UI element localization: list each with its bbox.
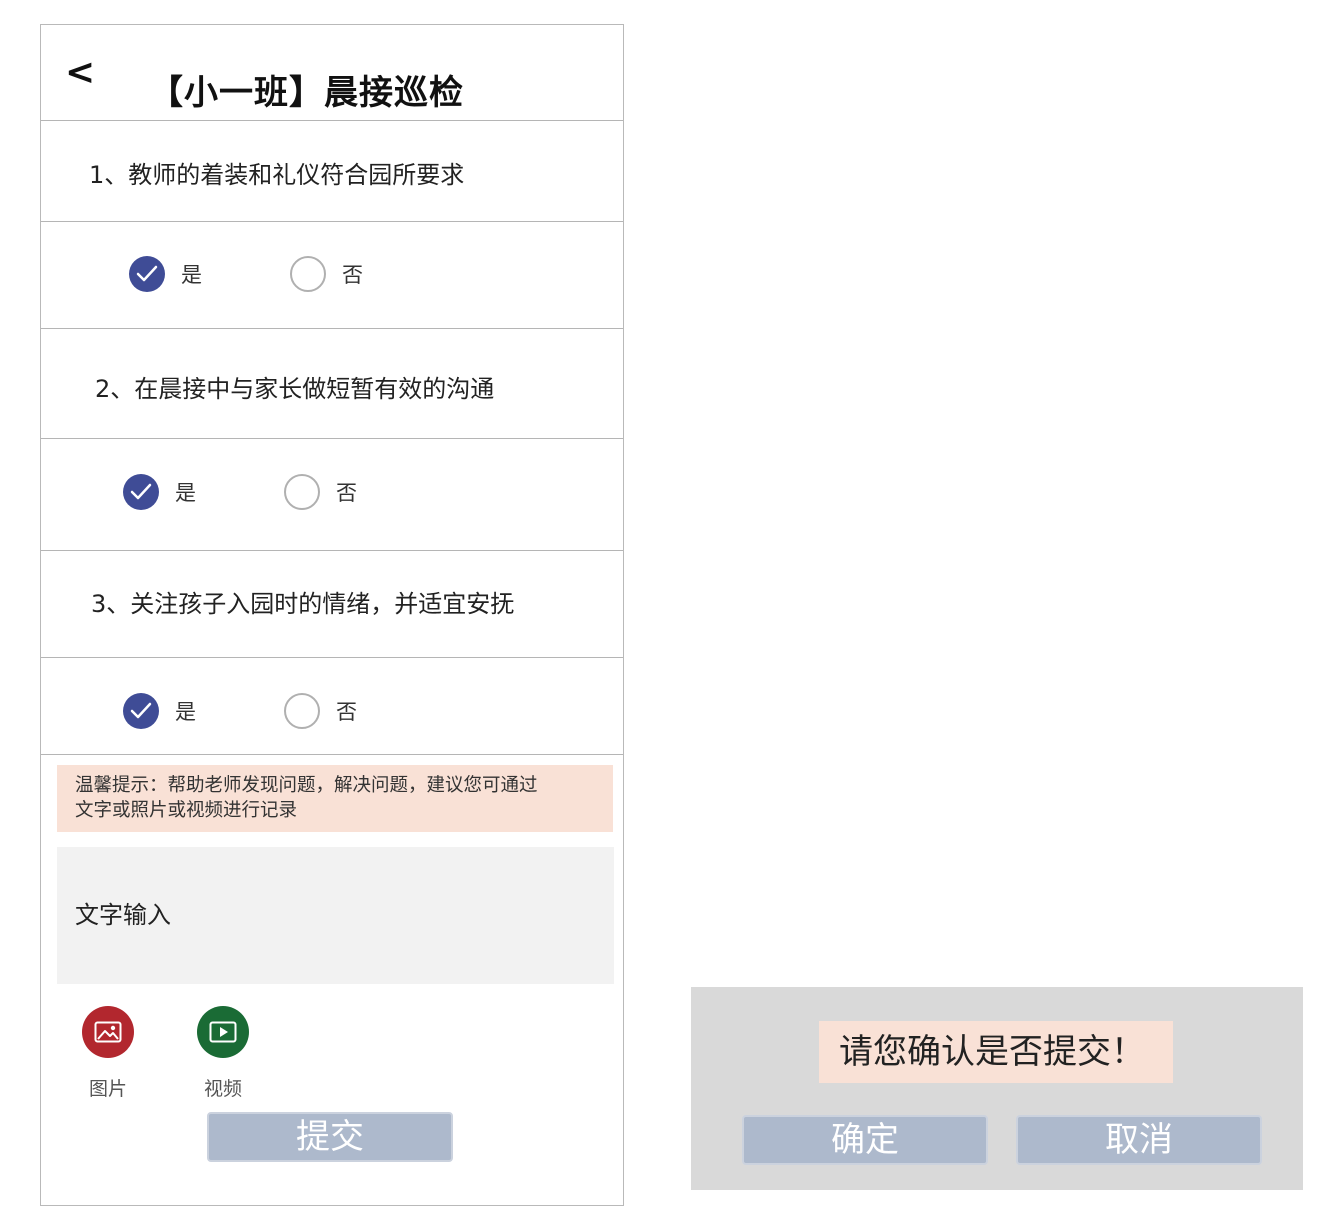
option-yes-label-3: 是 xyxy=(175,700,196,724)
question-row-2: 2、在晨接中与家长做短暂有效的沟通 xyxy=(41,329,623,439)
option-no-label-2: 否 xyxy=(336,481,357,505)
submit-button[interactable]: 提交 xyxy=(207,1112,453,1162)
question-text-3: 3、关注孩子入园时的情绪，并适宜安抚 xyxy=(91,590,515,618)
video-upload-button[interactable] xyxy=(197,1006,249,1058)
question-row-3: 3、关注孩子入园时的情绪，并适宜安抚 xyxy=(41,551,623,658)
option-no-3[interactable]: 否 xyxy=(284,693,357,729)
question-text-2: 2、在晨接中与家长做短暂有效的沟通 xyxy=(95,375,495,403)
question-text-1: 1、教师的着装和礼仪符合园所要求 xyxy=(89,161,465,189)
radio-unchecked-icon[interactable] xyxy=(284,693,320,729)
option-no-1[interactable]: 否 xyxy=(290,256,363,292)
option-yes-2[interactable]: 是 xyxy=(123,474,196,510)
text-input-placeholder: 文字输入 xyxy=(75,901,171,929)
video-icon xyxy=(209,1021,237,1043)
option-yes-3[interactable]: 是 xyxy=(123,693,196,729)
option-yes-label-2: 是 xyxy=(175,481,196,505)
option-no-label-1: 否 xyxy=(342,263,363,287)
image-icon xyxy=(94,1021,122,1043)
image-upload-button[interactable] xyxy=(82,1006,134,1058)
text-input-area[interactable]: 文字输入 xyxy=(57,847,614,984)
page-title: 【小一班】晨接巡检 xyxy=(149,73,464,113)
video-upload-label: 视频 xyxy=(204,1078,243,1100)
image-upload-label: 图片 xyxy=(89,1078,128,1100)
phone-screen: < 【小一班】晨接巡检 1、教师的着装和礼仪符合园所要求 是 否 2、在晨接中与… xyxy=(40,24,624,1206)
option-no-label-3: 否 xyxy=(336,700,357,724)
option-yes-1[interactable]: 是 xyxy=(129,256,202,292)
tip-line-1: 温馨提示：帮助老师发现问题，解决问题，建议您可通过 xyxy=(75,775,538,796)
back-button[interactable]: < xyxy=(65,55,95,91)
tip-line-2: 文字或照片或视频进行记录 xyxy=(75,800,298,821)
confirm-dialog: 请您确认是否提交！ 确定 取消 xyxy=(691,987,1303,1190)
tip-banner: 温馨提示：帮助老师发现问题，解决问题，建议您可通过 文字或照片或视频进行记录 xyxy=(57,765,613,832)
radio-checked-icon[interactable] xyxy=(129,256,165,292)
confirm-button[interactable]: 确定 xyxy=(742,1115,988,1165)
answer-row-2: 是 否 xyxy=(41,439,623,551)
dialog-message: 请您确认是否提交！ xyxy=(819,1021,1173,1083)
question-row-1: 1、教师的着装和礼仪符合园所要求 xyxy=(41,121,623,222)
option-yes-label-1: 是 xyxy=(181,263,202,287)
cancel-button[interactable]: 取消 xyxy=(1016,1115,1262,1165)
radio-unchecked-icon[interactable] xyxy=(290,256,326,292)
option-no-2[interactable]: 否 xyxy=(284,474,357,510)
radio-checked-icon[interactable] xyxy=(123,474,159,510)
answer-row-3: 是 否 xyxy=(41,658,623,755)
radio-unchecked-icon[interactable] xyxy=(284,474,320,510)
answer-row-1: 是 否 xyxy=(41,222,623,329)
header-bar: < 【小一班】晨接巡检 xyxy=(41,25,623,121)
radio-checked-icon[interactable] xyxy=(123,693,159,729)
